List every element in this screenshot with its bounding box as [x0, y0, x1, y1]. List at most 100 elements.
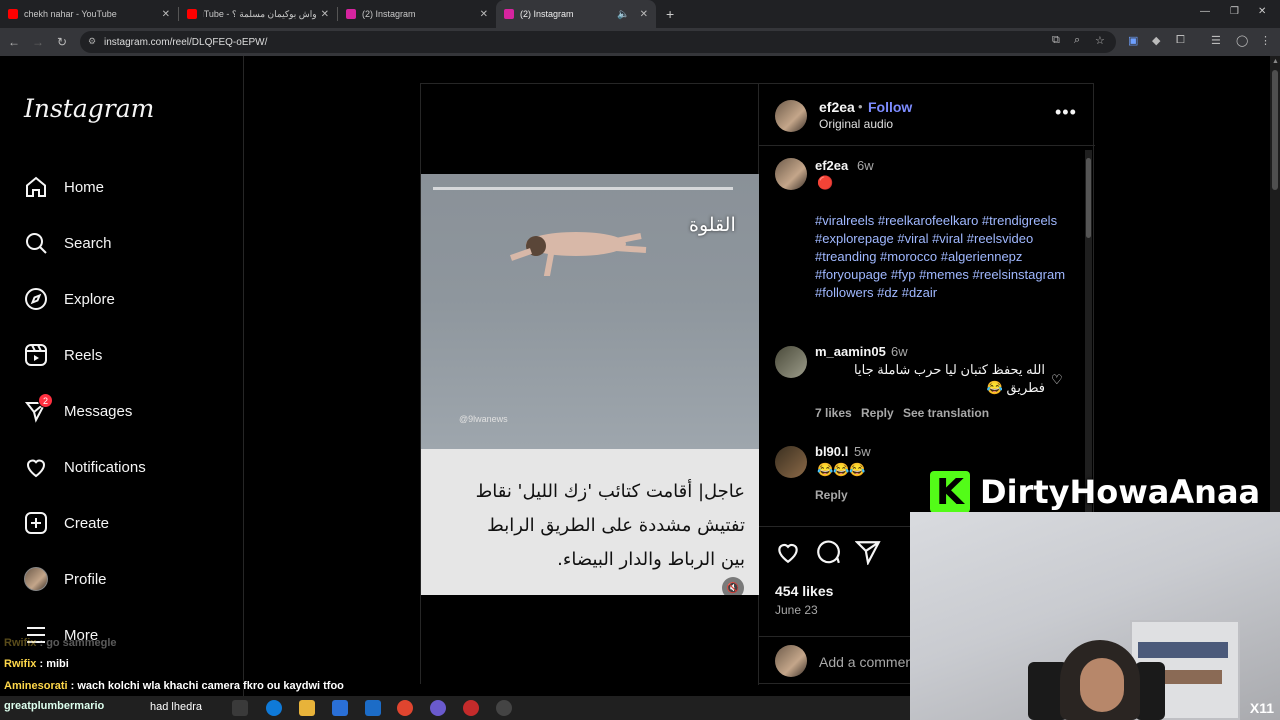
avatar[interactable] [775, 346, 807, 378]
close-tab-icon[interactable]: ✕ [480, 9, 488, 20]
outlook-icon[interactable] [365, 700, 381, 716]
caption-username[interactable]: ef2ea [815, 158, 848, 173]
zoom-icon[interactable]: ⌕ [1074, 34, 1080, 47]
like-heart-icon[interactable] [775, 539, 801, 565]
task-view-icon[interactable] [232, 700, 248, 716]
page-scrollbar-thumb[interactable] [1272, 70, 1278, 190]
chat-username: greatplumbermario [4, 700, 105, 712]
chat-username: Rwifix [4, 658, 37, 670]
sidebar-item-label: Home [64, 178, 105, 196]
chrome-icon[interactable] [397, 700, 413, 716]
site-info-icon[interactable]: ⚙ [88, 36, 96, 47]
post-username[interactable]: ef2ea [819, 99, 855, 115]
new-tab-button[interactable]: + [656, 0, 684, 28]
extension-icon[interactable]: ◆ [1152, 34, 1160, 47]
sidebar-item-search[interactable]: Search [24, 226, 234, 260]
app-icon[interactable] [496, 700, 512, 716]
reply-button[interactable]: Reply [815, 488, 848, 502]
avatar[interactable] [775, 158, 807, 190]
close-window-icon[interactable]: ✕ [1258, 6, 1266, 17]
share-icon[interactable] [855, 539, 881, 565]
avatar[interactable] [775, 446, 807, 478]
restore-icon[interactable]: ❐ [1230, 6, 1239, 17]
chat-message: Aminesorati : wach kolchi wla khachi cam… [4, 680, 344, 692]
chat-message: Rwifix : mibi [4, 658, 69, 670]
sidebar-item-profile[interactable]: Profile [24, 562, 234, 596]
avatar[interactable] [775, 100, 807, 132]
instagram-logo[interactable]: Instagram [24, 94, 154, 123]
mute-button[interactable]: 🔇 [722, 577, 744, 595]
follow-button[interactable]: Follow [868, 99, 912, 115]
comment-username[interactable]: m_aamin05 [815, 344, 886, 359]
browser-tab[interactable]: (2) Instagram ✕ [338, 0, 496, 28]
sidebar-item-explore[interactable]: Explore [24, 282, 234, 316]
reply-button[interactable]: Reply [861, 406, 894, 420]
tab-search-icon[interactable]: ☰ [1211, 34, 1221, 47]
comments-scrollbar[interactable] [1085, 150, 1092, 520]
reel-video[interactable]: القلوة @9lwanews عاجل| أقامت كتائب 'زك ا… [421, 174, 759, 595]
sidebar-item-create[interactable]: Create [24, 506, 234, 540]
browser-tab-active[interactable]: (2) Instagram 🔈 ✕ [496, 0, 656, 28]
reels-icon [24, 343, 48, 367]
comment-icon[interactable] [815, 539, 841, 565]
likes-count[interactable]: 454 likes [775, 583, 833, 599]
profile-icon[interactable]: ◯ [1236, 34, 1248, 47]
close-tab-icon[interactable]: ✕ [640, 9, 648, 20]
reload-icon[interactable]: ↻ [50, 35, 74, 49]
sidebar-item-label: Search [64, 234, 112, 252]
video-watermark: @9lwanews [459, 414, 508, 424]
plus-square-icon [24, 511, 48, 535]
sidebar: Instagram Home Search Explore Reels 2 Me… [0, 56, 244, 720]
sidebar-item-reels[interactable]: Reels [24, 338, 234, 372]
file-explorer-icon[interactable] [299, 700, 315, 716]
browser-menu-icon[interactable]: ⋮ [1260, 34, 1271, 47]
sidebar-item-messages[interactable]: 2 Messages [24, 393, 234, 428]
browser-toolbar: ← → ↻ ⚙ instagram.com/reel/DLQFEQ-oEPW/ [0, 28, 1280, 56]
caption-hashtags[interactable]: #viralreels #reelkarofeelkaro #trendigre… [815, 212, 1077, 302]
back-icon[interactable]: ← [2, 35, 26, 49]
more-options-icon[interactable]: ••• [1055, 102, 1077, 123]
comment-likes[interactable]: 7 likes [815, 406, 852, 420]
obs-icon[interactable] [463, 700, 479, 716]
close-tab-icon[interactable]: ✕ [321, 9, 329, 20]
speaker-muted-icon: 🔇 [726, 582, 740, 594]
post-date: June 23 [775, 603, 818, 617]
sidebar-item-label: Profile [64, 570, 107, 588]
cast-icon[interactable]: ⧉ [1052, 34, 1060, 47]
chat-username: Rwifix [4, 637, 37, 649]
store-icon[interactable] [332, 700, 348, 716]
chat-username: Aminesorati [4, 680, 68, 692]
comment-time: 6w [891, 344, 908, 359]
chat-text: wach kolchi wla khachi camera fkro ou ka… [77, 680, 344, 692]
streamer-name: DirtyHowaAnaa [980, 473, 1261, 511]
video-caption-line: عاجل| أقامت كتائب 'زك الليل' نقاط [475, 481, 745, 502]
like-comment-icon[interactable]: ♡ [1051, 372, 1063, 388]
sidebar-item-label: Explore [64, 290, 115, 308]
comment-text: فطريق 😂 [986, 380, 1045, 395]
reel-media: القلوة @9lwanews عاجل| أقامت كتائب 'زك ا… [421, 84, 759, 685]
discord-icon[interactable] [430, 700, 446, 716]
minimize-icon[interactable]: — [1200, 6, 1210, 17]
address-bar[interactable]: ⚙ instagram.com/reel/DLQFEQ-oEPW/ [80, 31, 1116, 53]
audio-link[interactable]: Original audio [819, 117, 893, 131]
speaker-icon[interactable]: 🔈 [617, 9, 629, 20]
webcam-feed: X11 [910, 512, 1280, 720]
translate-icon[interactable]: ▣ [1128, 34, 1138, 47]
youtube-icon [8, 9, 18, 19]
forward-icon[interactable]: → [26, 35, 50, 49]
browser-tab-strip: chekh nahar - YouTube ✕ واش بوكيمان مسلم… [0, 0, 1280, 28]
edge-icon[interactable] [266, 700, 282, 716]
sidebar-item-notifications[interactable]: Notifications [24, 450, 234, 484]
sidebar-item-label: Notifications [64, 458, 146, 476]
caption-emoji: 🔴 [817, 175, 834, 190]
puzzle-icon[interactable]: ⧠ [1176, 34, 1185, 47]
bookmark-star-icon[interactable]: ☆ [1095, 34, 1105, 47]
browser-tab[interactable]: واش بوكيمان مسلمة ؟ - YouTube ✕ [179, 0, 337, 28]
comment-username[interactable]: bl90.l [815, 444, 848, 459]
search-icon [24, 231, 48, 255]
see-translation-button[interactable]: See translation [903, 406, 989, 420]
browser-tab[interactable]: chekh nahar - YouTube ✕ [0, 0, 178, 28]
messenger-icon: 2 [24, 393, 53, 423]
close-tab-icon[interactable]: ✕ [162, 9, 170, 20]
sidebar-item-home[interactable]: Home [24, 170, 234, 204]
